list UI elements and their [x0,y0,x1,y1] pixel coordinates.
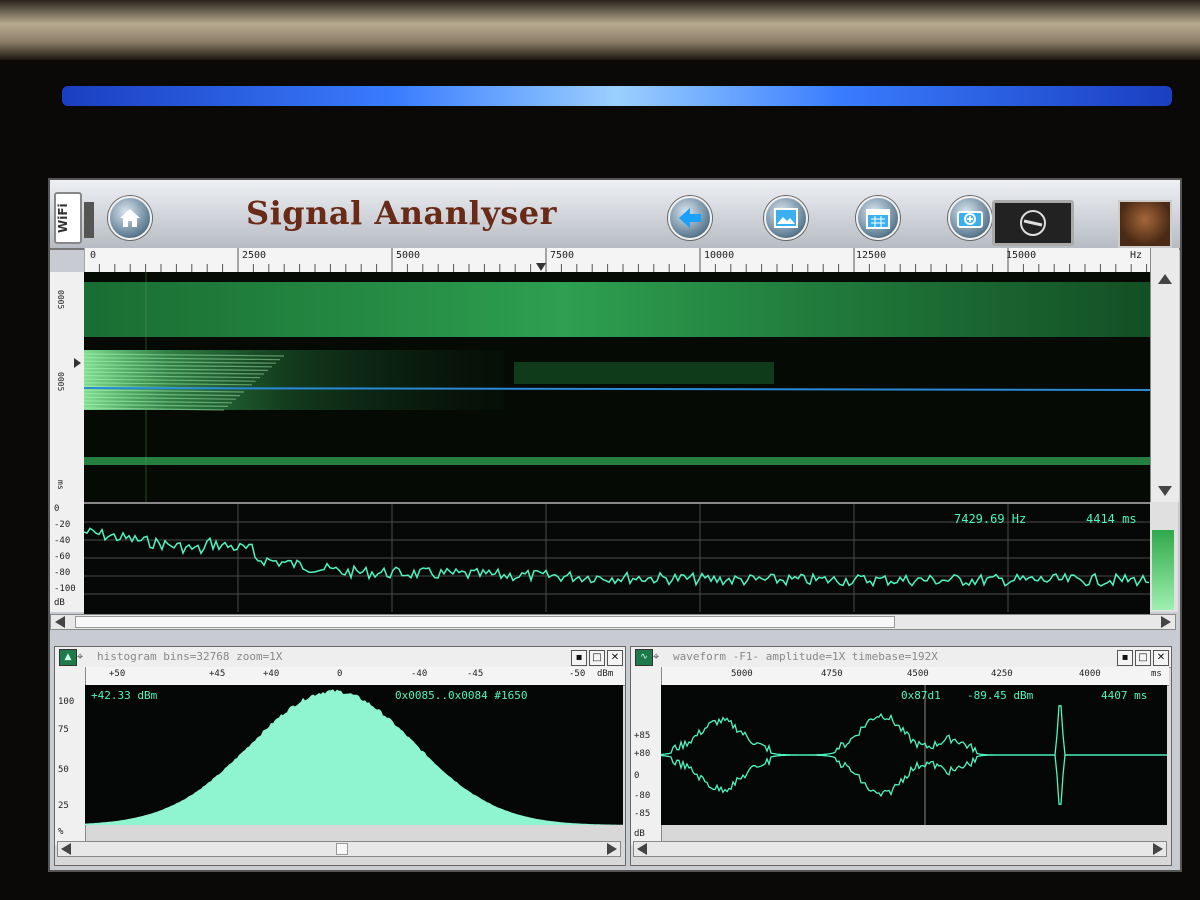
freq-tick: 0 [90,250,97,261]
waveform-y-ruler: +85 +80 0 -80 -85 dB [631,667,662,845]
waveform-title: waveform -F1- amplitude=1X timebase=192X [673,650,938,663]
histogram-header: ▲ ⌖ histogram bins=32768 zoom=1X ▪ □ ✕ [55,647,625,668]
app-title: Signal Ananlyser [246,194,558,232]
freq-tick: 12500 [856,250,887,261]
histogram-icon: ▲ [59,649,77,666]
spectrum-trace [83,527,1150,588]
maximize-button[interactable]: □ [1135,650,1151,666]
spectrogram-image [84,272,1150,502]
time-ruler: 0005 0005 ms [50,272,85,502]
title-bar: WiFi Signal Ananlyser [50,180,1180,250]
back-button[interactable] [668,196,712,240]
waveform-address-readout: 0x87d1 [901,689,941,702]
spectrogram-view[interactable] [84,272,1150,502]
histogram-plot[interactable]: +42.33 dBm 0x0085..0x0084 #1650 [85,685,623,825]
app-window: WiFi Signal Ananlyser 0 2500 5000 7500 1… [48,178,1182,872]
waveform-time-readout: 4407 ms [1101,689,1148,702]
freq-tick: 5000 [396,250,421,261]
histogram-x-ruler: +50 +45 +40 0 -40 -45 -50 dBm [85,667,625,686]
scroll-left-arrow-icon[interactable] [55,616,65,628]
waveform-trace-upper [661,705,1167,756]
db-tick: -20 [54,520,71,530]
db-tick: -40 [54,536,71,546]
scroll-down-arrow-icon[interactable] [1158,486,1172,496]
waveform-scrollbar[interactable] [633,841,1167,857]
maximize-button[interactable]: □ [589,650,605,666]
camera-icon [957,211,983,228]
frequency-readout: 7429.69 Hz [954,512,1027,526]
frequency-cursor-marker[interactable] [536,263,546,271]
calendar-button[interactable] [856,196,900,240]
histogram-area [85,689,623,825]
level-meter-fill [1152,530,1174,610]
scrollbar-thumb[interactable] [75,616,895,628]
db-unit: dB [54,598,65,608]
camera-button[interactable] [948,196,992,240]
histogram-y-ruler: 100 75 50 25 % [55,667,86,845]
scroll-right-arrow-icon[interactable] [1153,843,1163,855]
histogram-scrollbar[interactable] [57,841,621,857]
pin-icon[interactable]: ⌖ [77,650,83,664]
waveform-trace-lower [661,754,1167,805]
close-button[interactable]: ✕ [1153,650,1169,666]
waveform-header: ∿ ⌖ waveform -F1- amplitude=1X timebase=… [631,647,1171,668]
pin-icon[interactable]: ⌖ [653,650,659,664]
freq-unit: Hz [1130,250,1143,261]
histogram-title: histogram bins=32768 zoom=1X [97,650,283,663]
db-tick: -80 [54,568,71,578]
calendar-icon [866,209,890,229]
scroll-right-arrow-icon[interactable] [607,843,617,855]
back-arrow-icon [679,208,701,228]
waveform-level-readout: -89.45 dBm [967,689,1034,702]
waveform-x-ruler: 5000 4750 4500 4250 4000 ms [661,667,1169,686]
spectrum-scrollbar[interactable] [50,614,1176,630]
waveform-chart [661,685,1167,825]
time-unit: ms [56,480,65,490]
status-light-bar [62,86,1172,106]
db-tick: -60 [54,552,71,562]
wifi-icon[interactable]: WiFi [54,192,82,244]
image-icon [774,208,798,228]
time-readout: 4414 ms [1086,512,1137,526]
minimize-button[interactable]: ▪ [571,650,587,666]
freq-tick: 10000 [704,250,735,261]
image-button[interactable] [764,196,808,240]
mode-toggle[interactable] [992,200,1074,246]
waveform-plot[interactable]: 0x87d1 -89.45 dBm 4407 ms [661,685,1167,825]
spectrum-view[interactable]: 7429.69 Hz 4414 ms [83,502,1150,614]
histogram-level-readout: +42.33 dBm [91,689,158,702]
db-tick: 0 [54,504,60,514]
freq-tick: 15000 [1006,250,1037,261]
waveform-icon: ∿ [635,649,653,666]
time-cursor-marker[interactable] [74,358,81,368]
monitor-bezel [0,0,1200,60]
histogram-range-readout: 0x0085..0x0084 #1650 [395,689,528,702]
db-tick: -100 [54,584,76,594]
close-button[interactable]: ✕ [607,650,623,666]
freq-tick: 2500 [242,250,267,261]
scrollbar-thumb[interactable] [336,843,348,855]
histogram-chart [85,689,623,825]
scroll-left-arrow-icon[interactable] [61,843,71,855]
db-ruler: 0 -20 -40 -60 -80 -100 dB [50,502,85,612]
home-button[interactable] [108,196,152,240]
home-icon [120,209,140,227]
scroll-up-arrow-icon[interactable] [1158,274,1172,284]
toggle-icon [1020,210,1046,236]
avatar-icon[interactable] [1118,200,1172,248]
scroll-right-arrow-icon[interactable] [1161,616,1171,628]
frequency-ruler: 0 2500 5000 7500 10000 12500 15000 Hz [84,248,1150,273]
waveform-panel: ∿ ⌖ waveform -F1- amplitude=1X timebase=… [630,646,1172,866]
minimize-button[interactable]: ▪ [1117,650,1133,666]
scroll-left-arrow-icon[interactable] [637,843,647,855]
spectrogram-scrollbar[interactable] [1150,248,1179,502]
level-meter [1150,502,1178,612]
signal-strength-bar [84,202,94,238]
freq-tick: 7500 [550,250,575,261]
histogram-panel: ▲ ⌖ histogram bins=32768 zoom=1X ▪ □ ✕ +… [54,646,626,866]
